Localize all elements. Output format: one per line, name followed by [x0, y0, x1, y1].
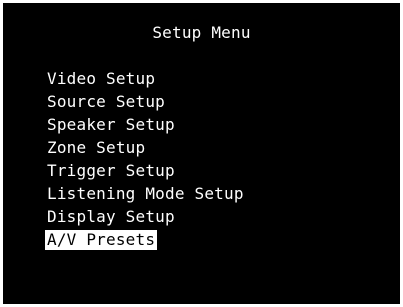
menu-item-label: Listening Mode Setup	[47, 184, 244, 203]
menu-item-label: Zone Setup	[47, 138, 146, 157]
menu-item-av-presets[interactable]: A/V Presets	[45, 228, 246, 251]
menu-list: Video Setup Source Setup Speaker Setup Z…	[45, 67, 246, 251]
menu-item-trigger-setup[interactable]: Trigger Setup	[45, 159, 246, 182]
menu-item-label: Speaker Setup	[47, 115, 175, 134]
menu-item-label: Video Setup	[47, 69, 156, 88]
menu-item-label: A/V Presets	[45, 230, 158, 250]
menu-item-speaker-setup[interactable]: Speaker Setup	[45, 113, 246, 136]
menu-item-video-setup[interactable]: Video Setup	[45, 67, 246, 90]
setup-menu-screen: Setup Menu Video Setup Source Setup Spea…	[3, 3, 400, 304]
menu-item-zone-setup[interactable]: Zone Setup	[45, 136, 246, 159]
menu-item-label: Trigger Setup	[47, 161, 175, 180]
menu-title: Setup Menu	[152, 23, 251, 42]
menu-item-listening-mode-setup[interactable]: Listening Mode Setup	[45, 182, 246, 205]
menu-item-label: Display Setup	[47, 207, 175, 226]
menu-item-display-setup[interactable]: Display Setup	[45, 205, 246, 228]
menu-item-label: Source Setup	[47, 92, 165, 111]
menu-item-source-setup[interactable]: Source Setup	[45, 90, 246, 113]
